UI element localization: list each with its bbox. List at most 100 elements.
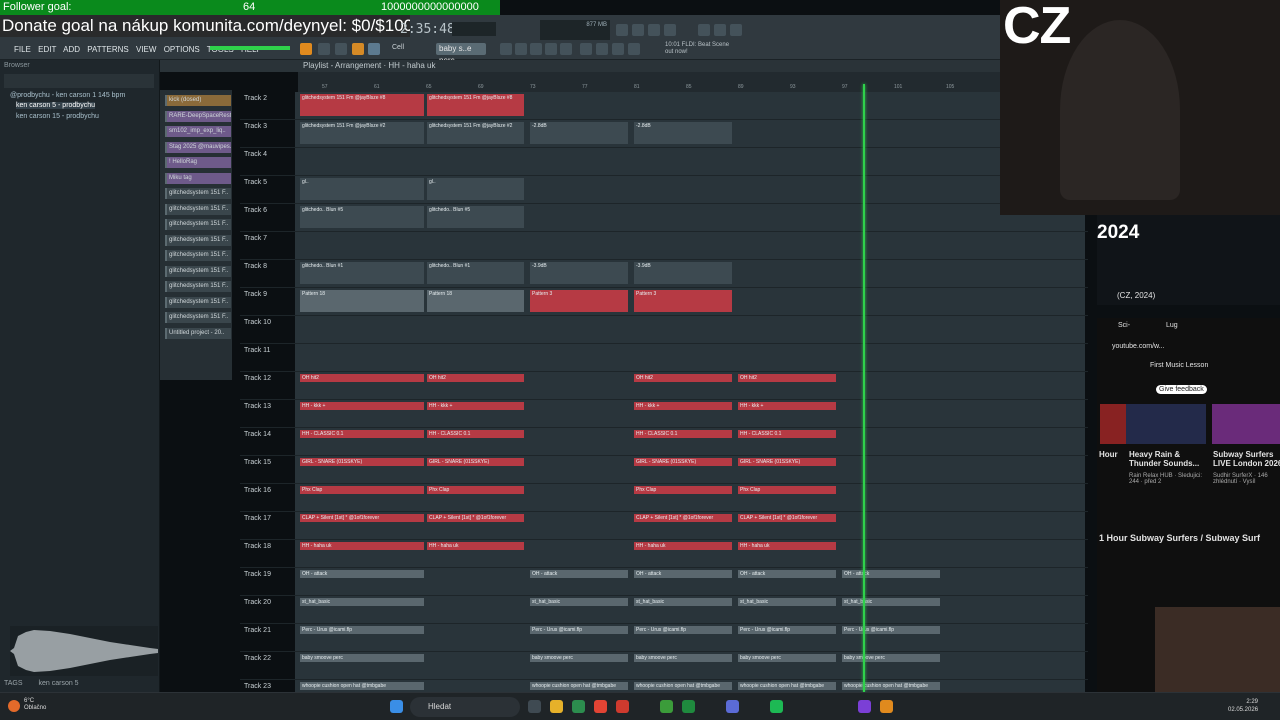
pattern-clip[interactable]: glitchedo.. Blun #5 — [300, 206, 424, 228]
pattern-clip[interactable]: OH hit2 — [300, 374, 424, 382]
pattern-clip[interactable]: HH - haha uk — [300, 542, 424, 550]
mixer-icon[interactable] — [698, 24, 710, 36]
chat-icon[interactable] — [714, 24, 726, 36]
video-card-thumb[interactable] — [1126, 404, 1206, 444]
chrome-icon[interactable] — [594, 700, 607, 713]
pattern-clip[interactable]: CLAP + Silent [1st] * @1of1forever — [738, 514, 836, 522]
track-name[interactable]: Track 9 — [244, 291, 267, 298]
pianoroll-icon[interactable] — [515, 43, 527, 55]
pattern-clip[interactable]: glitchedo.. Blun #1 — [300, 262, 424, 284]
track-name[interactable]: Track 21 — [244, 627, 271, 634]
pattern-clip[interactable]: Phx Clap — [300, 486, 424, 494]
channel-item[interactable]: glitchedsystem 151 F.. — [165, 219, 231, 230]
app-icon[interactable] — [660, 700, 673, 713]
pattern-clip[interactable]: glitchedo.. Blun #1 — [427, 262, 524, 284]
timeline-ruler[interactable] — [298, 72, 1088, 92]
app-icon[interactable] — [858, 700, 871, 713]
pattern-clip[interactable]: HH - kkk + — [300, 402, 424, 410]
track-name[interactable]: Track 3 — [244, 123, 267, 130]
menu-add[interactable]: ADD — [63, 45, 80, 54]
pattern-clip[interactable]: Pattern 3 — [530, 290, 628, 312]
channel-item[interactable]: RARE-DeepSpaceRest.. — [165, 110, 231, 122]
channel-item[interactable]: Untitled project - 20.. — [165, 327, 231, 339]
pattern-clip[interactable]: Pattern 18 — [300, 290, 424, 312]
pattern-clip[interactable]: CLAP + Silent [1st] * @1of1forever — [427, 514, 524, 522]
pattern-clip[interactable]: OH - attack — [300, 570, 424, 578]
pattern-clip[interactable]: CLAP + Silent [1st] * @1of1forever — [300, 514, 424, 522]
pattern-clip[interactable]: -3.9dB — [634, 262, 732, 284]
feedback-button[interactable]: Give feedback — [1156, 385, 1207, 394]
pattern-clip[interactable]: -2.8dB — [634, 122, 732, 144]
pattern-selector[interactable]: baby s..e perc — [436, 43, 486, 65]
track-name[interactable]: Track 7 — [244, 235, 267, 242]
pattern-clip[interactable]: OH - attack — [530, 570, 628, 578]
pattern-clip[interactable]: HH - kkk + — [427, 402, 524, 410]
channel-item[interactable]: glitchedsystem 151 F.. — [165, 188, 231, 199]
weather-icon[interactable] — [8, 700, 20, 712]
track-name[interactable]: Track 19 — [244, 571, 271, 578]
track-name[interactable]: Track 14 — [244, 431, 271, 438]
browser-item-selected[interactable]: ken carson 5 - prodbychu — [16, 102, 95, 109]
track-name[interactable]: Track 17 — [244, 515, 271, 522]
pattern-clip[interactable]: glitchedsystem 151 Fm @jayBlsze #2 — [300, 122, 424, 144]
track-name[interactable]: Track 18 — [244, 543, 271, 550]
news-ticker[interactable]: 10:01 FLDI: Beat Scene out now! — [665, 42, 735, 56]
store-icon[interactable] — [572, 700, 585, 713]
track-name[interactable]: Track 15 — [244, 459, 271, 466]
channel-item[interactable]: glitchedsystem 151 F.. — [165, 312, 231, 323]
pattern-clip[interactable]: OH hit2 — [738, 374, 836, 382]
track-name[interactable]: Track 2 — [244, 95, 267, 102]
plugin-icon[interactable] — [580, 43, 592, 55]
track-name[interactable]: Track 16 — [244, 487, 271, 494]
pattern-clip[interactable]: st_hat_basic — [842, 598, 940, 606]
pattern-clip[interactable]: Perc - Urus @icami.flp — [738, 626, 836, 634]
track-name[interactable]: Track 12 — [244, 375, 271, 382]
plugin-icon-4[interactable] — [628, 43, 640, 55]
pattern-clip[interactable]: HH - haha uk — [634, 542, 732, 550]
channel-item[interactable]: glitchedsystem 151 F.. — [165, 234, 231, 246]
explorer-icon[interactable] — [550, 700, 563, 713]
track-name[interactable]: Track 20 — [244, 599, 271, 606]
pattern-clip[interactable]: Phx Clap — [634, 486, 732, 494]
metronome-icon[interactable] — [632, 24, 644, 36]
pattern-clip[interactable]: Perc - Urus @icami.flp — [634, 626, 732, 634]
channel-item[interactable]: glitchedsystem 151 F.. — [165, 296, 231, 308]
card-title[interactable]: Hour — [1099, 450, 1118, 459]
stamp-tool-icon[interactable] — [368, 43, 380, 55]
track-name[interactable]: Track 10 — [244, 319, 271, 326]
track-name[interactable]: Track 22 — [244, 655, 271, 662]
pattern-clip[interactable]: HH - kkk + — [738, 402, 836, 410]
channel-item[interactable]: ! HelloRag — [165, 157, 231, 168]
browser-item[interactable]: ken carson 15 - prodbychu — [16, 113, 99, 120]
playhead[interactable] — [863, 84, 865, 692]
main-video-title[interactable]: 1 Hour Subway Surfers / Subway Surf — [1099, 533, 1260, 543]
excel-icon[interactable] — [682, 700, 695, 713]
channel-item[interactable]: sm102_imp_exp_liq.. — [165, 126, 231, 137]
pattern-clip[interactable]: HH - haha uk — [738, 542, 836, 550]
pattern-clip[interactable]: HH - CLASSIC 0.1 — [738, 430, 836, 438]
pattern-clip[interactable]: glitchedsystem 151 Fm @jayBlsze #2 — [427, 122, 524, 144]
pattern-clip[interactable]: st_hat_basic — [634, 598, 732, 606]
pattern-clip[interactable]: -3.9dB — [530, 262, 628, 284]
pattern-clip[interactable]: baby smoove perc — [634, 654, 732, 662]
pattern-clip[interactable]: Pattern 18 — [427, 290, 524, 312]
pattern-clip[interactable]: HH - CLASSIC 0.1 — [300, 430, 424, 438]
menu-file[interactable]: FILE — [14, 45, 31, 54]
fl-studio-icon[interactable] — [880, 700, 893, 713]
pattern-clip[interactable]: -2.8dB — [530, 122, 628, 144]
browser-item[interactable]: @prodbychu - ken carson 1 145 bpm — [10, 92, 125, 99]
browser-icon[interactable] — [530, 43, 542, 55]
download-icon[interactable] — [730, 24, 742, 36]
mixer-view-icon[interactable] — [560, 43, 572, 55]
pattern-clip[interactable]: baby smoove perc — [530, 654, 628, 662]
track-name[interactable]: Track 11 — [244, 347, 270, 354]
pattern-clip[interactable]: glitchedsystem 151 Fm @jayBlsze #8 — [427, 94, 524, 116]
card-title[interactable]: Subway Surfers LIVE London 2026 — [1213, 450, 1280, 468]
track-row[interactable] — [240, 232, 1088, 260]
browser-tab[interactable]: Sci- — [1118, 322, 1130, 329]
taskbar-search[interactable]: Hledat — [410, 697, 520, 717]
tags-value[interactable]: ken carson 5 — [39, 680, 79, 687]
brush-tool-icon[interactable] — [335, 43, 347, 55]
pattern-clip[interactable]: st_hat_basic — [530, 598, 628, 606]
pattern-clip[interactable]: GIRL - SNARE (01SSKYE) — [427, 458, 524, 466]
